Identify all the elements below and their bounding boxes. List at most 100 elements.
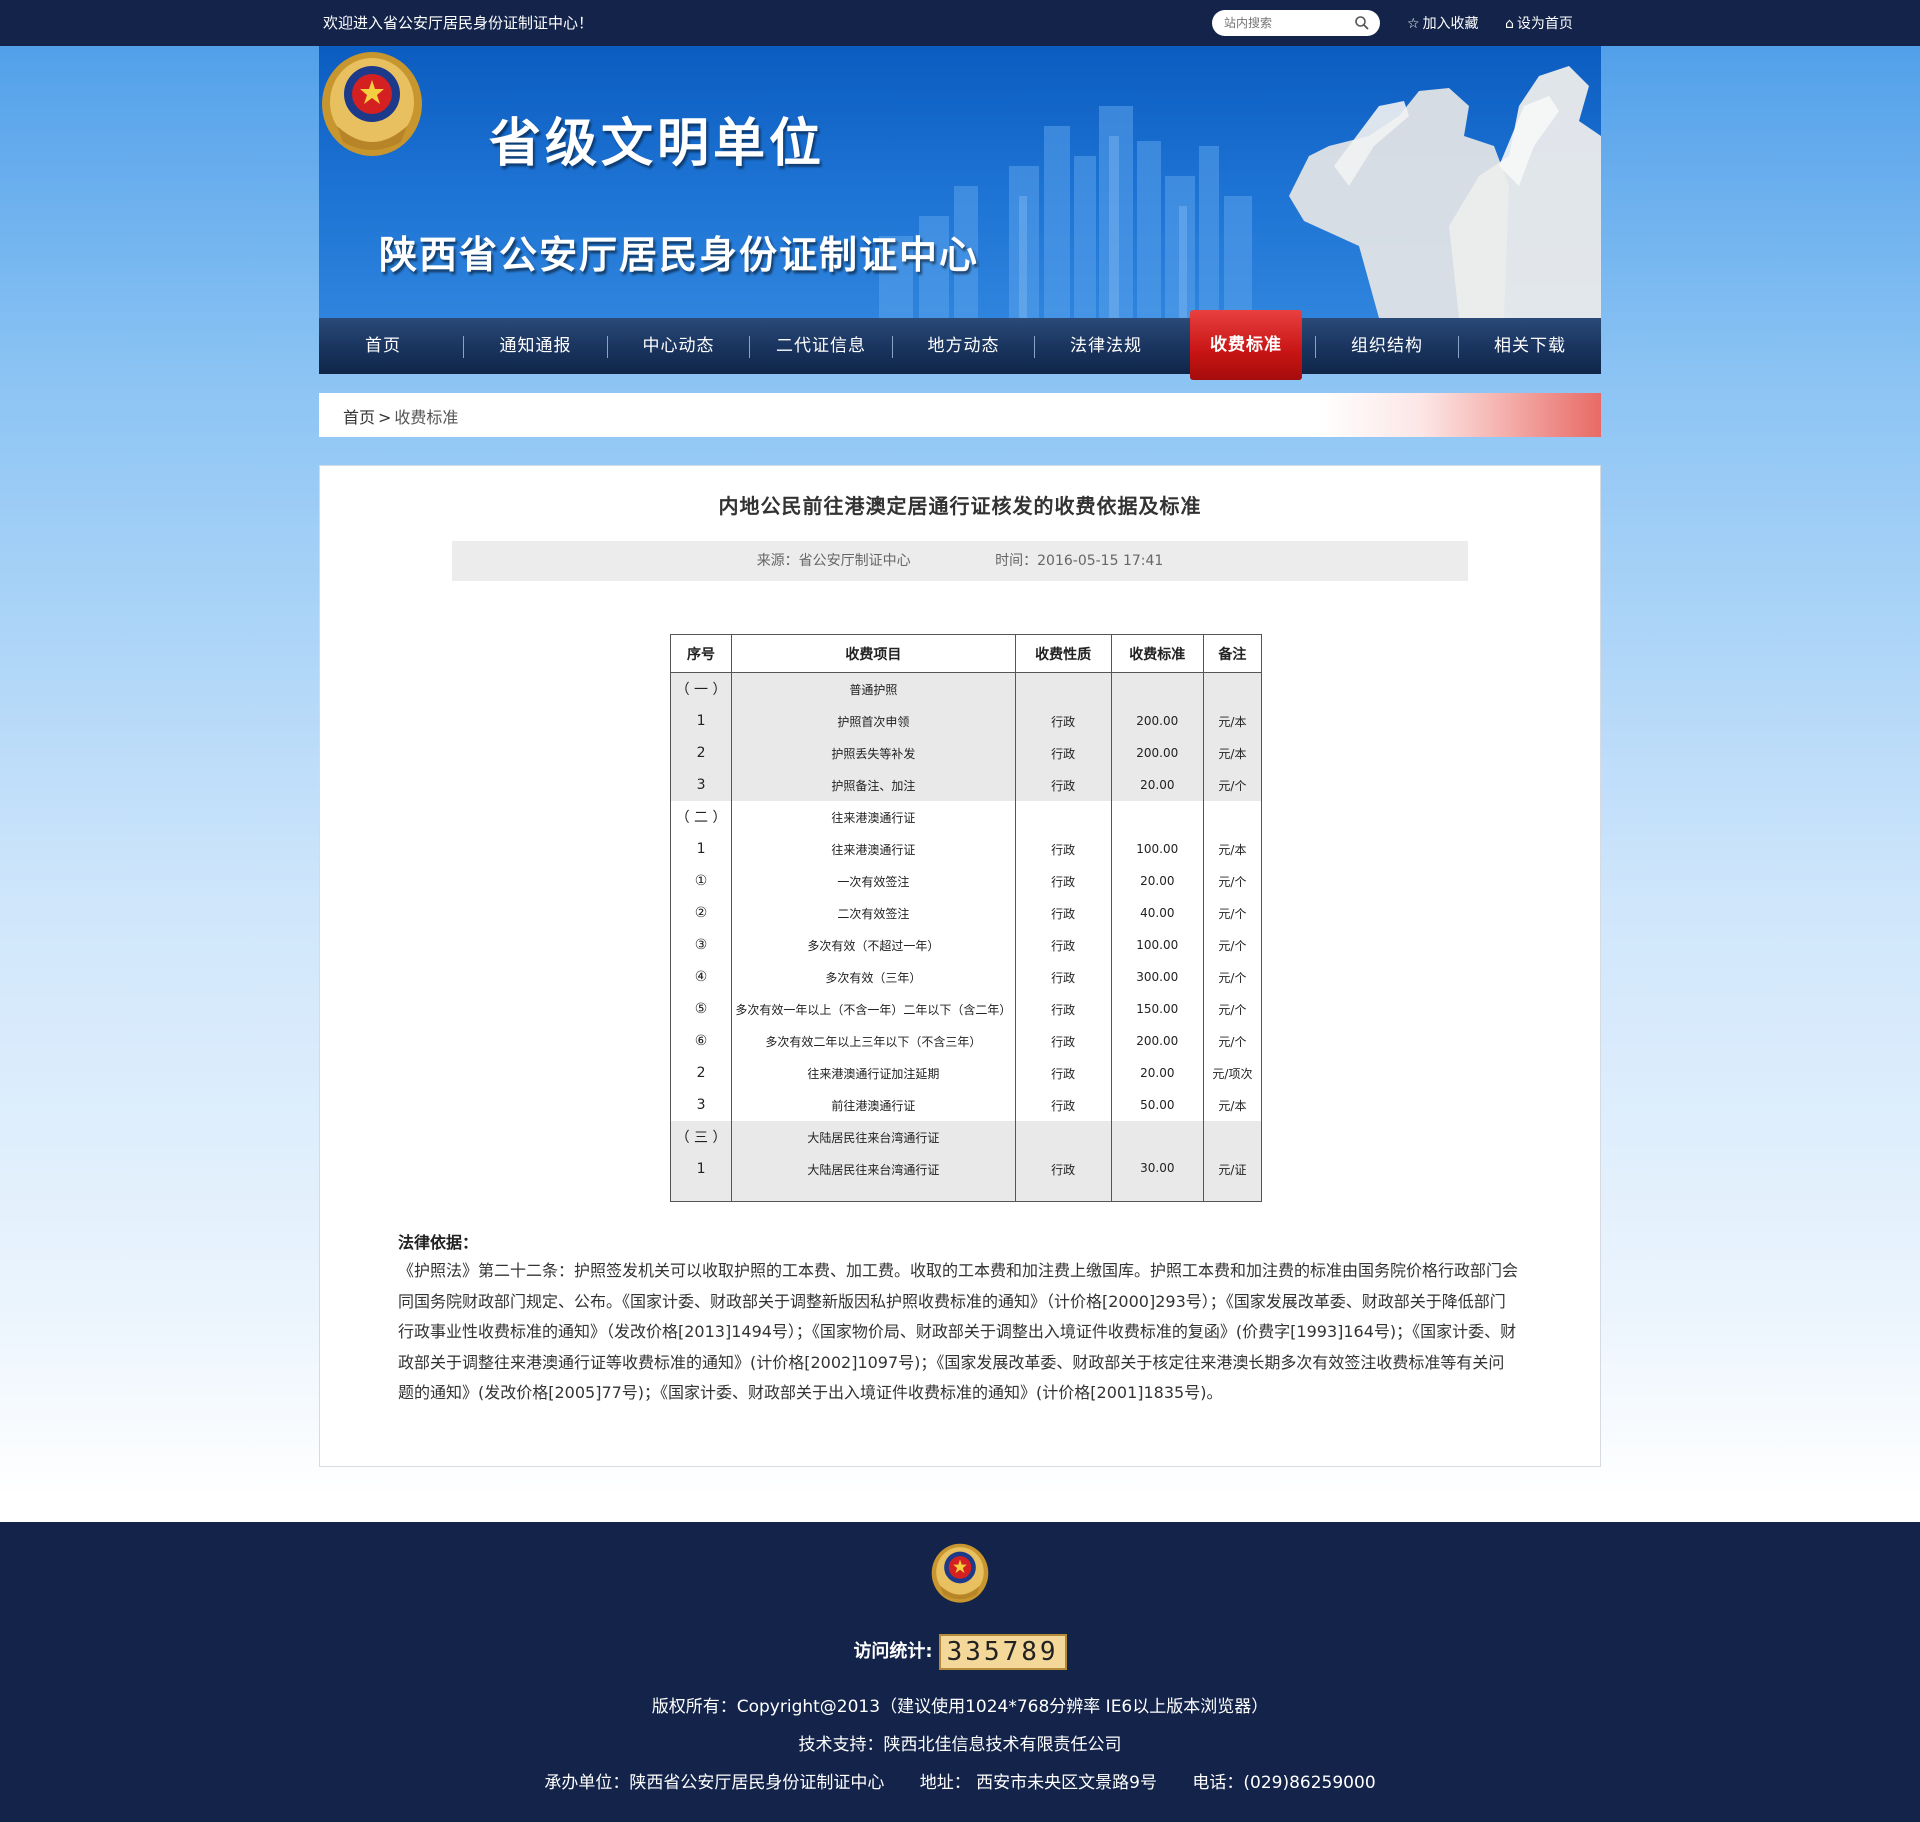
visit-stats: 访问统计: 335789 — [0, 1634, 1920, 1670]
cell-item: 普通护照 — [731, 672, 1016, 705]
nav-item-downloads[interactable]: 相关下载 — [1459, 318, 1601, 374]
cell-note: 元/项次 — [1202, 1057, 1263, 1089]
cell-fee: 200.00 — [1110, 705, 1204, 737]
cell-item: 前往港澳通行证 — [731, 1089, 1016, 1121]
cell-item: 多次有效（三年） — [731, 961, 1016, 993]
copyright-text: 版权所有：Copyright@2013（建议使用1024*768分辨率 IE6以… — [651, 1697, 1269, 1717]
cell-note — [1202, 1121, 1263, 1153]
banner-title-center-name: 陕西省公安厅居民身份证制证中心 — [379, 233, 980, 277]
search-input[interactable] — [1224, 14, 1349, 32]
cell-note: 元/本 — [1202, 833, 1263, 865]
nav-item-local-news[interactable]: 地方动态 — [893, 318, 1034, 374]
nav-item-notices[interactable]: 通知通报 — [464, 318, 607, 374]
breadcrumb-home-link[interactable]: 首页 — [343, 408, 375, 427]
cell-no: ② — [669, 897, 733, 929]
cell-note — [1202, 672, 1263, 705]
organizer-text: 承办单位：陕西省公安厅居民身份证制证中心 — [544, 1773, 885, 1793]
cell-item: 护照丢失等补发 — [731, 737, 1016, 769]
table-row: （ 二 ）往来港澳通行证 — [669, 801, 1263, 833]
cell-nature: 行政 — [1014, 865, 1112, 897]
cell-fee: 300.00 — [1110, 961, 1204, 993]
cell-note: 元/个 — [1202, 993, 1263, 1025]
cell-item: 多次有效（不超过一年） — [731, 929, 1016, 961]
nav-item-home[interactable]: 首页 — [319, 318, 447, 374]
cell-nature: 行政 — [1014, 897, 1112, 929]
cell-item: 二次有效签注 — [731, 897, 1016, 929]
article-title: 内地公民前往港澳定居通行证核发的收费依据及标准 — [718, 494, 1202, 518]
article-meta: 来源：省公安厅制证中心 时间：2016-05-15 17:41 — [452, 541, 1468, 581]
cell-note: 元/个 — [1202, 865, 1263, 897]
add-favorite-link[interactable]: ☆ 加入收藏 — [1407, 13, 1479, 33]
star-icon: ☆ — [1407, 16, 1420, 32]
cell-nature — [1014, 801, 1112, 833]
table-row: 3 护照备注、加注 行政 20.00 元/个 — [669, 769, 1263, 801]
add-favorite-label: 加入收藏 — [1422, 16, 1479, 32]
cell-fee: 30.00 — [1110, 1153, 1204, 1202]
cell-no: 1 — [669, 705, 733, 737]
cell-item: 多次有效一年以上（不含一年）二年以下（含二年） — [731, 993, 1016, 1025]
cell-fee: 50.00 — [1110, 1089, 1204, 1121]
address-text: 地址： 西安市未央区文景路9号 — [919, 1773, 1157, 1793]
cell-note: 元/个 — [1202, 961, 1263, 993]
home-icon: ⌂ — [1505, 16, 1514, 32]
cell-nature: 行政 — [1014, 737, 1112, 769]
cell-no: 2 — [669, 1057, 733, 1089]
cell-nature: 行政 — [1014, 1153, 1112, 1202]
cell-note: 元/本 — [1202, 1089, 1263, 1121]
table-row: 3 前往港澳通行证 行政 50.00 元/本 — [669, 1089, 1263, 1121]
nav-item-laws[interactable]: 法律法规 — [1035, 318, 1177, 374]
search-box[interactable] — [1212, 10, 1380, 36]
cell-no: ① — [669, 865, 733, 897]
cell-no: 1 — [669, 1153, 733, 1202]
contact-line: 承办单位：陕西省公安厅居民身份证制证中心 地址： 西安市未央区文景路9号 电话：… — [0, 1768, 1920, 1793]
header-note: 备注 — [1202, 634, 1263, 673]
cell-note: 元/本 — [1202, 737, 1263, 769]
header-item: 收费项目 — [731, 634, 1016, 673]
table-row: 1 大陆居民往来台湾通行证 行政 30.00 元/证 — [669, 1153, 1263, 1202]
cell-no: 3 — [669, 769, 733, 801]
cell-note — [1202, 801, 1263, 833]
legal-basis-heading: 法律依据： — [398, 1233, 479, 1252]
set-homepage-label: 设为首页 — [1516, 16, 1573, 32]
banner-title-civilized-unit: 省级文明单位 — [489, 114, 826, 174]
cell-item: 一次有效签注 — [731, 865, 1016, 897]
police-emblem-footer — [931, 1543, 989, 1603]
header-fee: 收费标准 — [1110, 634, 1204, 673]
cell-note: 元/个 — [1202, 929, 1263, 961]
cell-item: 护照备注、加注 — [731, 769, 1016, 801]
set-homepage-link[interactable]: ⌂ 设为首页 — [1505, 13, 1573, 33]
nav-item-organization[interactable]: 组织结构 — [1316, 318, 1458, 374]
cell-fee: 150.00 — [1110, 993, 1204, 1025]
cell-no: 1 — [669, 833, 733, 865]
cell-item: 大陆居民往来台湾通行证 — [731, 1121, 1016, 1153]
cell-nature: 行政 — [1014, 1057, 1112, 1089]
cell-fee — [1110, 1121, 1204, 1153]
cell-no: （ 一 ） — [669, 672, 733, 705]
cell-nature: 行政 — [1014, 929, 1112, 961]
cell-note: 元/本 — [1202, 705, 1263, 737]
cell-fee: 200.00 — [1110, 1025, 1204, 1057]
cell-fee — [1110, 801, 1204, 833]
nav-item-fee-standards[interactable]: 收费标准 — [1190, 310, 1302, 380]
cell-no: ④ — [669, 961, 733, 993]
cell-no: 2 — [669, 737, 733, 769]
visit-counter: 335789 — [938, 1634, 1067, 1670]
cell-no: （ 二 ） — [669, 801, 733, 833]
cell-fee — [1110, 672, 1204, 705]
cell-nature: 行政 — [1014, 833, 1112, 865]
cell-note: 元/个 — [1202, 897, 1263, 929]
article-source: 来源：省公安厅制证中心 — [756, 553, 911, 569]
cell-nature: 行政 — [1014, 1025, 1112, 1057]
welcome-text: 欢迎进入省公安厅居民身份证制证中心！ — [323, 14, 594, 32]
cell-fee: 20.00 — [1110, 1057, 1204, 1089]
table-header-row: 序号 收费项目 收费性质 收费标准 备注 — [669, 634, 1263, 673]
table-row: 2 护照丢失等补发 行政 200.00 元/本 — [669, 737, 1263, 769]
search-icon[interactable] — [1354, 15, 1370, 31]
table-row: 2 往来港澳通行证加注延期 行政 20.00 元/项次 — [669, 1057, 1263, 1089]
cell-no: ⑥ — [669, 1025, 733, 1057]
cell-item: 往来港澳通行证加注延期 — [731, 1057, 1016, 1089]
nav-item-id-card-info[interactable]: 二代证信息 — [750, 318, 892, 374]
nav-item-center-news[interactable]: 中心动态 — [608, 318, 749, 374]
cell-note: 元/个 — [1202, 769, 1263, 801]
cell-no: 3 — [669, 1089, 733, 1121]
